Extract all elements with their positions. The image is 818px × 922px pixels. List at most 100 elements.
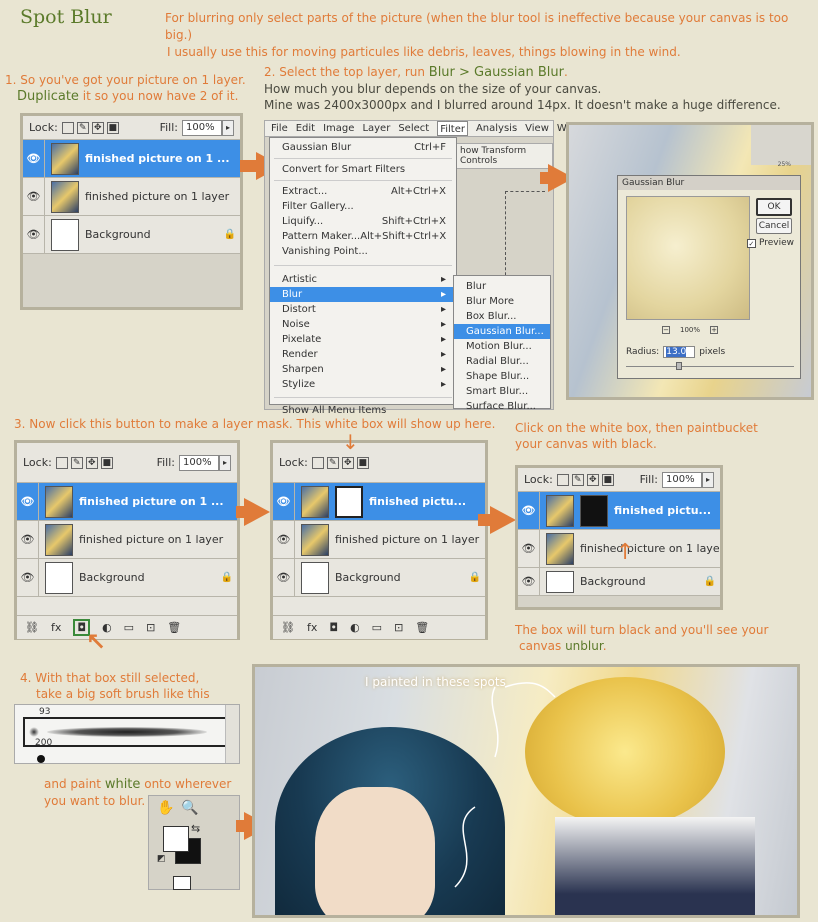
adjustment-icon[interactable]: ◐ <box>350 621 360 634</box>
radius-input[interactable]: 13.0 <box>663 346 696 358</box>
lock-transparency-icon[interactable] <box>311 456 324 469</box>
preview-checkbox[interactable]: ✓ Preview <box>746 238 794 248</box>
quick-mask-icon[interactable] <box>173 876 191 890</box>
lock-paint-icon[interactable]: ✎ <box>326 456 339 469</box>
eye-icon[interactable]: 👁 <box>17 559 39 596</box>
layer-copy-with-mask[interactable]: 👁 finished pictu... <box>518 492 720 530</box>
menu-analysis[interactable]: Analysis <box>476 121 517 136</box>
eye-icon[interactable]: 👁 <box>518 568 540 595</box>
submenu-surface-blur[interactable]: Surface Blur... <box>454 399 550 414</box>
menu-item-last-filter[interactable]: Gaussian Blur Ctrl+F <box>270 140 456 155</box>
menu-item-filter-gallery[interactable]: Filter Gallery... <box>270 199 456 214</box>
menu-item-liquify[interactable]: Liquify... Shift+Ctrl+X <box>270 214 456 229</box>
menu-view[interactable]: View <box>525 121 549 136</box>
layer-background[interactable]: 👁 Background 🔒 <box>23 216 240 254</box>
lock-paint-icon[interactable]: ✎ <box>76 121 89 134</box>
submenu-box-blur[interactable]: Box Blur... <box>454 309 550 324</box>
submenu-motion-blur[interactable]: Motion Blur... <box>454 339 550 354</box>
menu-edit[interactable]: Edit <box>296 121 315 136</box>
fill-arrow-icon[interactable]: ▸ <box>219 454 231 471</box>
link-icon[interactable]: ⛓ <box>25 621 39 634</box>
submenu-blur-more[interactable]: Blur More <box>454 294 550 309</box>
lock-move-icon[interactable]: ✥ <box>586 473 599 486</box>
submenu-blur[interactable]: Blur <box>454 279 550 294</box>
lock-transparency-icon[interactable] <box>556 473 569 486</box>
eye-icon[interactable]: 👁 <box>17 521 39 558</box>
submenu-smart-blur[interactable]: Smart Blur... <box>454 384 550 399</box>
lock-paint-icon[interactable]: ✎ <box>70 456 83 469</box>
fill-arrow-icon[interactable]: ▸ <box>222 119 234 136</box>
eye-icon[interactable]: 👁 <box>273 521 295 558</box>
eye-icon[interactable]: 👁 <box>17 483 39 520</box>
menu-image[interactable]: Image <box>323 121 354 136</box>
layer-background[interactable]: 👁 Background 🔒 <box>518 568 720 596</box>
ok-button[interactable]: OK <box>756 198 792 216</box>
dialog-preview-image[interactable] <box>626 196 750 320</box>
menu-item-artistic[interactable]: Artistic ▸ <box>270 272 456 287</box>
zoom-in-icon[interactable]: + <box>710 326 719 334</box>
submenu-gaussian-blur[interactable]: Gaussian Blur... <box>454 324 550 339</box>
new-layer-icon[interactable]: ⊡ <box>394 621 403 634</box>
layer-original[interactable]: 👁 finished picture on 1 layer <box>17 521 237 559</box>
fx-icon[interactable]: fx <box>51 621 61 634</box>
default-colors-icon[interactable]: ◩ <box>157 854 166 864</box>
eye-icon[interactable]: 👁 <box>23 216 45 253</box>
toolbar-hint[interactable]: how Transform Controls <box>455 143 553 169</box>
trash-icon[interactable]: 🗑 <box>415 621 429 634</box>
link-icon[interactable]: ⛓ <box>281 621 295 634</box>
menu-layer[interactable]: Layer <box>362 121 390 136</box>
layer-background[interactable]: 👁 Background 🔒 <box>17 559 237 597</box>
menu-item-pixelate[interactable]: Pixelate ▸ <box>270 332 456 347</box>
lock-all-icon[interactable]: ■ <box>356 456 369 469</box>
menu-item-render[interactable]: Render ▸ <box>270 347 456 362</box>
fill-input[interactable]: 100% <box>182 119 222 136</box>
swap-colors-icon[interactable]: ⇆ <box>191 822 200 835</box>
radius-slider[interactable] <box>626 366 794 367</box>
lock-move-icon[interactable]: ✥ <box>85 456 98 469</box>
menu-filter[interactable]: Filter <box>437 121 468 136</box>
menu-item-distort[interactable]: Distort ▸ <box>270 302 456 317</box>
hand-tool-icon[interactable]: ✋ <box>157 800 174 816</box>
fill-arrow-icon[interactable]: ▸ <box>702 471 714 488</box>
zoom-out-icon[interactable]: − <box>662 326 670 334</box>
layer-mask-black[interactable] <box>580 494 608 527</box>
lock-transparency-icon[interactable] <box>55 456 68 469</box>
menu-item-extract[interactable]: Extract... Alt+Ctrl+X <box>270 184 456 199</box>
fill-input[interactable]: 100% <box>179 454 219 471</box>
zoom-tool-icon[interactable]: 🔍 <box>181 800 198 816</box>
lock-move-icon[interactable]: ✥ <box>341 456 354 469</box>
layer-copy[interactable]: 👁 finished picture on 1 ... <box>17 483 237 521</box>
lock-move-icon[interactable]: ✥ <box>91 121 104 134</box>
menu-item-pattern-maker[interactable]: Pattern Maker... Alt+Shift+Ctrl+X <box>270 229 456 244</box>
add-layer-mask-icon[interactable]: ◘ <box>329 621 338 634</box>
eye-icon[interactable]: 👁 <box>23 178 45 215</box>
folder-icon[interactable]: ▭ <box>372 621 382 634</box>
submenu-shape-blur[interactable]: Shape Blur... <box>454 369 550 384</box>
layer-copy-with-mask[interactable]: 👁 finished pictu... <box>273 483 485 521</box>
fill-input[interactable]: 100% <box>662 471 702 488</box>
menu-item-sharpen[interactable]: Sharpen ▸ <box>270 362 456 377</box>
trash-icon[interactable]: 🗑 <box>167 621 181 634</box>
menu-item-blur[interactable]: Blur ▸ <box>270 287 456 302</box>
lock-all-icon[interactable]: ■ <box>106 121 119 134</box>
fx-icon[interactable]: fx <box>307 621 317 634</box>
menu-file[interactable]: File <box>271 121 288 136</box>
radius-slider-handle[interactable] <box>676 362 682 370</box>
checkbox-icon[interactable]: ✓ <box>746 238 756 248</box>
lock-transparency-icon[interactable] <box>61 121 74 134</box>
foreground-color-swatch[interactable] <box>163 826 189 852</box>
menu-select[interactable]: Select <box>398 121 429 136</box>
submenu-radial-blur[interactable]: Radial Blur... <box>454 354 550 369</box>
layer-background[interactable]: 👁 Background 🔒 <box>273 559 485 597</box>
selected-brush[interactable] <box>23 717 229 747</box>
brush-scrollbar[interactable] <box>225 705 239 763</box>
lock-all-icon[interactable]: ■ <box>100 456 113 469</box>
eye-icon[interactable]: 👁 <box>518 530 540 567</box>
new-layer-icon[interactable]: ⊡ <box>146 621 155 634</box>
layer-original[interactable]: 👁 finished picture on 1 layer <box>273 521 485 559</box>
layer-copy[interactable]: 👁 finished picture on 1 ... <box>23 140 240 178</box>
layer-original[interactable]: 👁 finished picture on 1 layer <box>23 178 240 216</box>
lock-all-icon[interactable]: ■ <box>601 473 614 486</box>
folder-icon[interactable]: ▭ <box>124 621 134 634</box>
eye-icon[interactable]: 👁 <box>23 140 45 177</box>
